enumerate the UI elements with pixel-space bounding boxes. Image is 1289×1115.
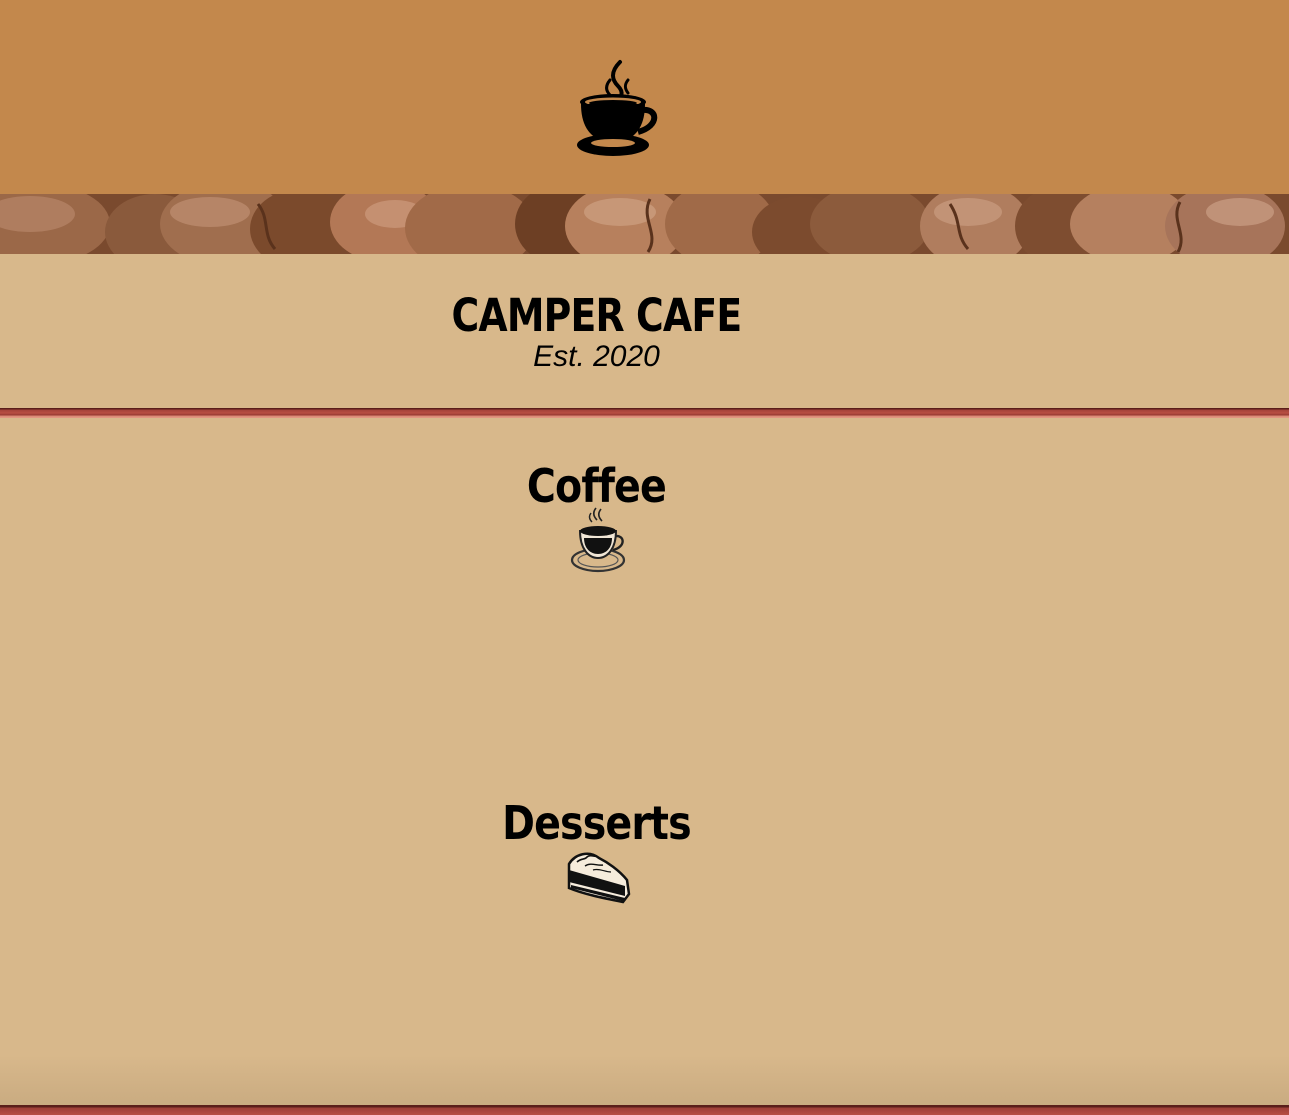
coffee-beans-banner — [0, 194, 1289, 254]
established-year: Est. 2020 — [533, 340, 660, 373]
bottom-fade — [0, 1055, 1289, 1105]
pie-slice-icon — [567, 852, 631, 904]
section-title-desserts: Desserts — [502, 796, 692, 850]
divider-bottom — [0, 1105, 1289, 1115]
page: CAMPER CAFE Est. 2020 Coffee Desserts — [0, 0, 1289, 1115]
coffee-cup-icon — [577, 60, 658, 156]
divider-top — [0, 408, 1289, 418]
cafe-name: CAMPER CAFE — [451, 289, 743, 342]
coffee-cup-icon — [570, 507, 626, 573]
header-band — [0, 0, 1289, 194]
